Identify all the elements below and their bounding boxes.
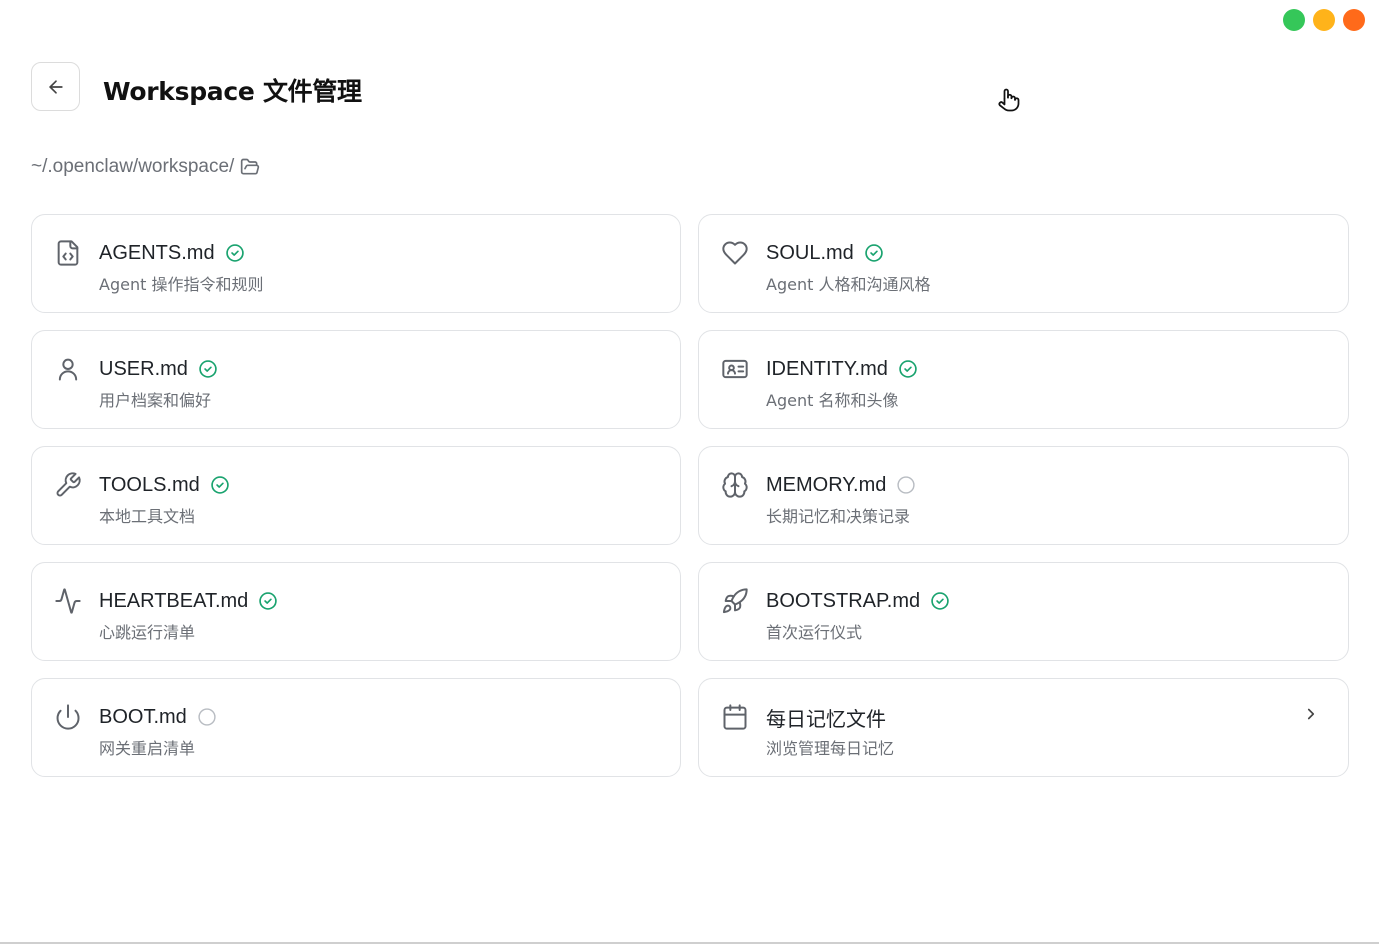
file-name: HEARTBEAT.md (99, 589, 249, 612)
file-card[interactable]: HEARTBEAT.md 心跳运行清单 (31, 562, 681, 661)
file-card-text: 每日记忆文件浏览管理每日记忆 (766, 705, 894, 759)
file-description: Agent 操作指令和规则 (99, 275, 264, 294)
file-name: BOOT.md (99, 705, 187, 728)
file-card-title-row: USER.md (99, 357, 218, 381)
empty-circle-icon (197, 707, 217, 727)
heart-icon (721, 239, 749, 267)
file-card-title-row: TOOLS.md (99, 473, 230, 497)
file-card-title-row: AGENTS.md (99, 241, 263, 265)
file-card-title-row: IDENTITY.md (766, 357, 918, 381)
file-card-text: USER.md 用户档案和偏好 (99, 357, 218, 411)
file-description: 首次运行仪式 (766, 623, 863, 642)
check-circle-icon (930, 591, 950, 611)
user-icon (54, 355, 82, 383)
file-card-title-row: SOUL.md (766, 241, 930, 265)
file-card[interactable]: 每日记忆文件浏览管理每日记忆 (698, 678, 1349, 777)
file-name: AGENTS.md (99, 241, 215, 264)
file-description: Agent 名称和头像 (766, 391, 899, 410)
check-circle-icon (198, 359, 218, 379)
file-card[interactable]: BOOTSTRAP.md 首次运行仪式 (698, 562, 1349, 661)
close-button[interactable] (1343, 9, 1365, 31)
file-name: USER.md (99, 357, 188, 380)
folder-open-icon (241, 158, 260, 175)
file-card-text: AGENTS.md Agent 操作指令和规则 (99, 241, 263, 295)
brain-icon (721, 471, 749, 499)
arrow-left-icon (48, 79, 63, 94)
file-card-text: MEMORY.md 长期记忆和决策记录 (766, 473, 916, 527)
file-card[interactable]: MEMORY.md 长期记忆和决策记录 (698, 446, 1349, 545)
file-name: 每日记忆文件 (766, 708, 886, 731)
calendar-icon (721, 703, 749, 731)
empty-circle-icon (896, 475, 916, 495)
workspace-path[interactable]: ~/.openclaw/workspace/ (31, 156, 260, 178)
rocket-icon (721, 587, 749, 615)
maximize-button[interactable] (1283, 9, 1305, 31)
file-description: 本地工具文档 (99, 507, 196, 526)
file-name: TOOLS.md (99, 473, 200, 496)
check-circle-icon (225, 243, 245, 263)
file-card-text: HEARTBEAT.md 心跳运行清单 (99, 589, 278, 643)
file-card-text: SOUL.md Agent 人格和沟通风格 (766, 241, 930, 295)
chevron-right-icon (1302, 705, 1320, 723)
file-card[interactable]: AGENTS.md Agent 操作指令和规则 (31, 214, 681, 313)
file-card[interactable]: IDENTITY.md Agent 名称和头像 (698, 330, 1349, 429)
file-card-grid: AGENTS.md Agent 操作指令和规则 SOUL.md Agent 人格和沟通… (31, 214, 1349, 777)
file-card-title-row: BOOTSTRAP.md (766, 589, 950, 613)
file-code-icon (54, 239, 82, 267)
check-circle-icon (210, 475, 230, 495)
file-name: MEMORY.md (766, 473, 887, 496)
file-name: BOOTSTRAP.md (766, 589, 921, 612)
check-circle-icon (864, 243, 884, 263)
file-card[interactable]: SOUL.md Agent 人格和沟通风格 (698, 214, 1349, 313)
file-name: IDENTITY.md (766, 357, 888, 380)
wrench-icon (54, 471, 82, 499)
file-card-text: BOOT.md 网关重启清单 (99, 705, 217, 759)
file-card-text: IDENTITY.md Agent 名称和头像 (766, 357, 918, 411)
file-description: 浏览管理每日记忆 (766, 739, 895, 758)
file-name: SOUL.md (766, 241, 854, 264)
file-card[interactable]: TOOLS.md 本地工具文档 (31, 446, 681, 545)
file-card-title-row: MEMORY.md (766, 473, 916, 497)
file-description: Agent 人格和沟通风格 (766, 275, 931, 294)
minimize-button[interactable] (1313, 9, 1335, 31)
window-controls (1283, 9, 1365, 31)
file-card[interactable]: BOOT.md 网关重启清单 (31, 678, 681, 777)
file-card-title-row: BOOT.md (99, 705, 217, 729)
page-title: Workspace 文件管理 (103, 77, 362, 106)
check-circle-icon (258, 591, 278, 611)
file-card-title-row: 每日记忆文件 (766, 705, 894, 731)
file-card-title-row: HEARTBEAT.md (99, 589, 278, 613)
file-card-text: TOOLS.md 本地工具文档 (99, 473, 230, 527)
app-window: Workspace 文件管理 ~/.openclaw/workspace/ AG… (0, 0, 1379, 944)
back-button[interactable] (31, 62, 80, 111)
file-card[interactable]: USER.md 用户档案和偏好 (31, 330, 681, 429)
check-circle-icon (898, 359, 918, 379)
activity-icon (54, 587, 82, 615)
id-card-icon (721, 355, 749, 383)
file-card-text: BOOTSTRAP.md 首次运行仪式 (766, 589, 950, 643)
file-description: 长期记忆和决策记录 (766, 507, 911, 526)
workspace-path-text: ~/.openclaw/workspace/ (31, 156, 235, 177)
file-description: 网关重启清单 (99, 739, 196, 758)
file-description: 用户档案和偏好 (99, 391, 212, 410)
file-description: 心跳运行清单 (99, 623, 196, 642)
power-icon (54, 703, 82, 731)
hand-cursor-icon (998, 88, 1020, 112)
